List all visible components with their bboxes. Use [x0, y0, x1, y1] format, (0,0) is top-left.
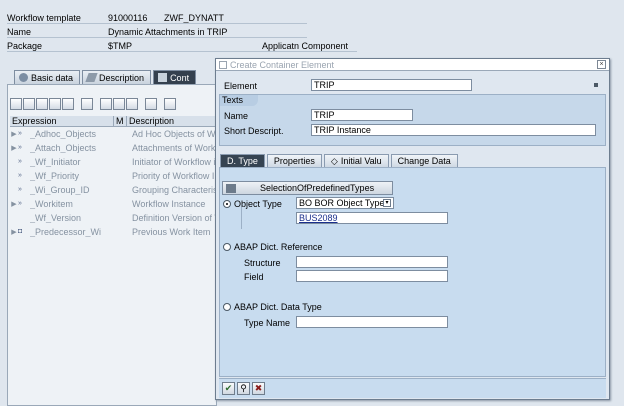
- expand-arrow-icon[interactable]: ▶: [10, 200, 18, 208]
- application-component-label: Applicatn Component: [262, 41, 349, 51]
- tree-row[interactable]: ▶» _Attach_Objects Attachments of Workfl: [10, 142, 217, 153]
- field-label: Field: [244, 272, 264, 282]
- name-field-label: Name: [224, 111, 249, 121]
- abap-dict-data-type-radio[interactable]: [223, 303, 231, 311]
- create-icon[interactable]: [10, 98, 22, 110]
- tree-row[interactable]: ▶ ◘ _Predecessor_Wi Previous Work Item: [10, 226, 217, 237]
- diamond-icon: ◇: [330, 155, 338, 166]
- workflow-template-name: ZWF_DYNATT: [164, 13, 224, 23]
- object-icon: »: [18, 200, 22, 207]
- element-label: Element: [224, 81, 258, 91]
- type-name-input[interactable]: [296, 316, 448, 328]
- field-input[interactable]: [296, 270, 448, 282]
- object-type-radio[interactable]: [223, 200, 231, 208]
- cancel-icon[interactable]: ✖: [252, 382, 265, 395]
- tree-toolbar: [10, 98, 176, 110]
- tab-initial-value[interactable]: ◇ Initial Valu: [323, 154, 389, 167]
- object-icon: »: [18, 144, 22, 151]
- tab-properties[interactable]: Properties: [266, 154, 322, 167]
- dialog-titlebar[interactable]: Create Container Element ×: [216, 59, 609, 71]
- expand-arrow-icon[interactable]: ▶: [10, 228, 18, 236]
- col-m[interactable]: M: [114, 116, 127, 126]
- name-label: Name: [7, 27, 32, 37]
- dialog-footer: ✔ ⚲ ✖: [219, 378, 606, 398]
- search-icon[interactable]: ⚲: [237, 382, 250, 395]
- name-value: Dynamic Attachments in TRIP: [108, 27, 228, 37]
- workflow-template-label: Workflow template: [7, 13, 81, 23]
- structure-input[interactable]: [296, 256, 448, 268]
- object-icon: »: [18, 158, 22, 165]
- tab-basic-data[interactable]: Basic data: [14, 70, 81, 84]
- expand-arrow-icon[interactable]: ▶: [10, 144, 18, 152]
- info-icon[interactable]: [594, 83, 598, 87]
- collapse-icon[interactable]: [113, 98, 125, 110]
- filter-icon[interactable]: [126, 98, 138, 110]
- object-icon: »: [18, 130, 22, 137]
- tab-container[interactable]: Cont: [153, 70, 197, 84]
- col-description[interactable]: Description: [127, 116, 217, 126]
- dialog-title: Create Container Element: [230, 59, 335, 70]
- texts-label: Texts: [220, 95, 258, 106]
- object-type-input[interactable]: BUS2089: [296, 212, 448, 224]
- check-icon[interactable]: [145, 98, 157, 110]
- short-description-input[interactable]: TRIP Instance: [311, 124, 596, 136]
- dialog-tabstrip: D. Type Properties ◇ Initial Valu Change …: [220, 154, 460, 167]
- basic-data-icon: [19, 73, 28, 82]
- object-icon: »: [18, 186, 22, 193]
- workflow-template-id: 91000116: [108, 13, 148, 23]
- object-icon: ◘: [18, 228, 23, 235]
- tree-row[interactable]: _Wf_Version Definition Version of W: [10, 212, 217, 223]
- expand-icon[interactable]: [100, 98, 112, 110]
- col-expression[interactable]: Expression: [10, 116, 114, 126]
- close-icon[interactable]: ×: [597, 60, 606, 69]
- package-label: Package: [7, 41, 43, 51]
- object-type-dropdown[interactable]: BO BOR Object Type ▾: [296, 197, 394, 209]
- delete-icon[interactable]: [81, 98, 93, 110]
- dialog-icon: [219, 60, 227, 69]
- dropdown-arrow-icon[interactable]: ▾: [383, 199, 391, 207]
- tree-header: Expression M Description: [10, 116, 217, 127]
- tab-change-data[interactable]: Change Data: [390, 154, 458, 167]
- tree-row[interactable]: » _Wi_Group_ID Grouping Characteristi: [10, 184, 217, 195]
- display-icon[interactable]: [36, 98, 48, 110]
- container-icon: [158, 73, 168, 82]
- abap-dict-reference-label: ABAP Dict. Reference: [234, 242, 323, 252]
- tree-row[interactable]: ▶» _Adhoc_Objects Ad Hoc Objects of Wo: [10, 128, 217, 139]
- object-icon: »: [18, 172, 22, 179]
- name-input[interactable]: TRIP: [311, 109, 413, 121]
- edit-icon[interactable]: [23, 98, 35, 110]
- abap-dict-reference-radio[interactable]: [223, 243, 231, 251]
- expand-arrow-icon[interactable]: ▶: [10, 130, 18, 138]
- settings-icon[interactable]: [164, 98, 176, 110]
- package-value: $TMP: [108, 41, 133, 51]
- pencil-icon: [85, 73, 98, 82]
- bg-tabstrip: Basic data Description Cont: [14, 70, 198, 84]
- element-input[interactable]: TRIP: [311, 79, 472, 91]
- tree-row[interactable]: » _Wf_Priority Priority of Workflow In: [10, 170, 217, 181]
- tab-data-type[interactable]: D. Type: [220, 154, 265, 167]
- transfer-icon[interactable]: [62, 98, 74, 110]
- structure-label: Structure: [244, 258, 281, 268]
- short-description-label: Short Descript.: [224, 126, 284, 136]
- type-selection-icon: [226, 183, 236, 193]
- tab-description[interactable]: Description: [82, 70, 152, 84]
- tree-row[interactable]: ▶» _Workitem Workflow Instance: [10, 198, 217, 209]
- copy-icon[interactable]: [49, 98, 61, 110]
- tree-row[interactable]: » _Wf_Initiator Initiator of Workflow in: [10, 156, 217, 167]
- type-name-label: Type Name: [244, 318, 291, 328]
- abap-dict-data-type-label: ABAP Dict. Data Type: [234, 302, 322, 312]
- confirm-check-icon[interactable]: ✔: [222, 382, 235, 395]
- selection-predefined-types-button[interactable]: SelectionOfPredefinedTypes: [222, 181, 393, 195]
